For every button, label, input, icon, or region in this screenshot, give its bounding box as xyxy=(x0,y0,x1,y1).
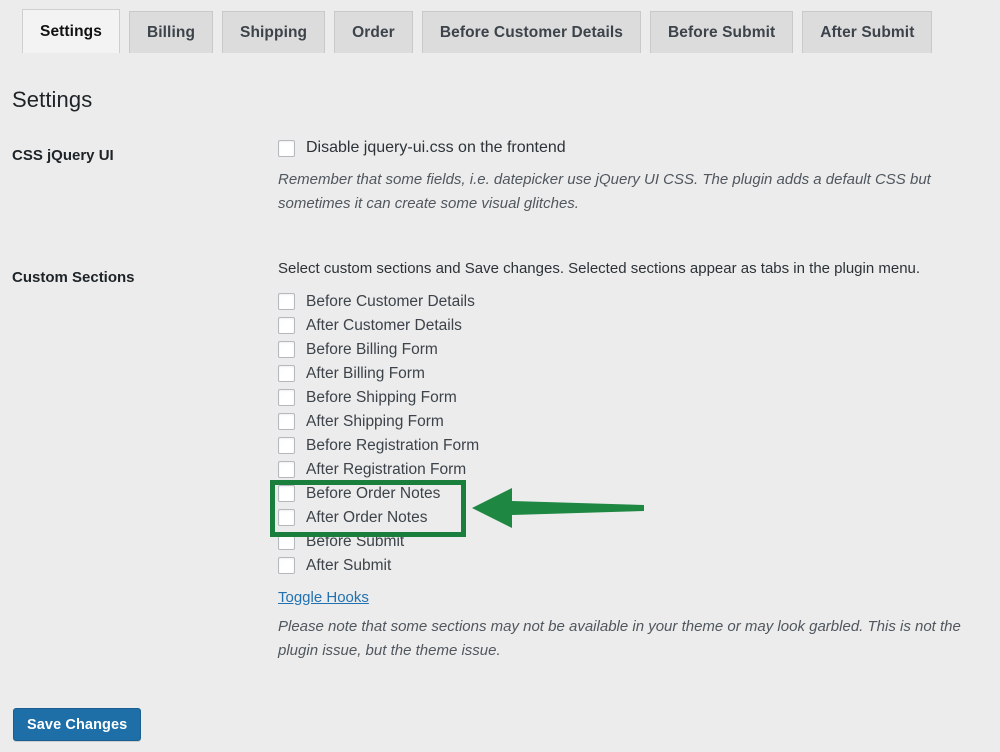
checkbox-label: Before Customer Details xyxy=(306,293,475,310)
checkbox-label: Disable jquery-ui.css on the frontend xyxy=(306,139,566,156)
checkbox-after-billing-form[interactable]: After Billing Form xyxy=(278,362,992,386)
checkbox-box[interactable] xyxy=(278,139,295,157)
checkbox-label: Before Billing Form xyxy=(306,341,438,358)
tab-label: Before Submit xyxy=(668,23,776,41)
checkbox-after-customer-details[interactable]: After Customer Details xyxy=(278,314,992,338)
tab-shipping[interactable]: Shipping xyxy=(222,11,326,53)
tab-label: Settings xyxy=(40,22,102,40)
custom-sections-note: Please note that some sections may not b… xyxy=(278,617,961,660)
tab-before-customer-details[interactable]: Before Customer Details xyxy=(421,11,642,53)
tab-label: Before Customer Details xyxy=(439,23,624,41)
checkbox-after-order-notes[interactable]: After Order Notes xyxy=(278,506,992,530)
tab-after-submit[interactable]: After Submit xyxy=(802,11,933,53)
checkbox-label: Before Order Notes xyxy=(306,485,441,502)
tab-order[interactable]: Order xyxy=(334,11,413,53)
tab-label: After Submit xyxy=(820,23,915,41)
checkbox-disable-jquery-ui[interactable]: Disable jquery-ui.css on the frontend xyxy=(278,136,992,160)
checkbox-before-customer-details[interactable]: Before Customer Details xyxy=(278,290,992,314)
checkbox-label: After Billing Form xyxy=(306,365,425,382)
checkbox-before-shipping-form[interactable]: Before Shipping Form xyxy=(278,386,992,410)
settings-row-custom-sections: Custom Sections Select custom sections a… xyxy=(0,258,1000,663)
row-label-custom-sections: Custom Sections xyxy=(12,269,135,286)
checkbox-box[interactable] xyxy=(278,437,295,455)
checkbox-before-billing-form[interactable]: Before Billing Form xyxy=(278,338,992,362)
toggle-hooks-link[interactable]: Toggle Hooks xyxy=(278,589,369,606)
checkbox-before-order-notes[interactable]: Before Order Notes xyxy=(278,482,992,506)
custom-sections-lead: Select custom sections and Save changes.… xyxy=(278,260,921,277)
checkbox-before-submit[interactable]: Before Submit xyxy=(278,530,992,554)
checkbox-after-registration-form[interactable]: After Registration Form xyxy=(278,458,992,482)
tab-bar: Settings Billing Shipping Order Before C… xyxy=(0,0,1000,55)
page-title: Settings xyxy=(12,86,93,112)
tab-label: Shipping xyxy=(240,23,308,41)
checkbox-box[interactable] xyxy=(278,317,295,335)
checkbox-label: After Shipping Form xyxy=(306,413,444,430)
checkbox-box[interactable] xyxy=(278,413,295,431)
css-jquery-ui-description: Remember that some fields, i.e. datepick… xyxy=(278,171,931,213)
checkbox-after-shipping-form[interactable]: After Shipping Form xyxy=(278,410,992,434)
checkbox-box[interactable] xyxy=(278,557,295,575)
checkbox-label: After Order Notes xyxy=(306,509,428,526)
tab-label: Order xyxy=(352,23,395,41)
checkbox-box[interactable] xyxy=(278,293,295,311)
custom-sections-checkbox-list: Before Customer Details After Customer D… xyxy=(278,290,992,578)
checkbox-label: Before Submit xyxy=(306,533,405,550)
checkbox-box[interactable] xyxy=(278,485,295,503)
checkbox-box[interactable] xyxy=(278,533,295,551)
tab-billing[interactable]: Billing xyxy=(128,11,214,53)
checkbox-label: After Submit xyxy=(306,557,392,574)
tab-label: Billing xyxy=(146,23,196,41)
checkbox-box[interactable] xyxy=(278,461,295,479)
checkbox-before-registration-form[interactable]: Before Registration Form xyxy=(278,434,992,458)
save-changes-button[interactable]: Save Changes xyxy=(13,708,142,741)
checkbox-box[interactable] xyxy=(278,365,295,383)
row-label-css-jquery-ui: CSS jQuery UI xyxy=(12,147,114,164)
checkbox-box[interactable] xyxy=(278,341,295,359)
checkbox-box[interactable] xyxy=(278,389,295,407)
settings-row-css-jquery-ui: CSS jQuery UI Disable jquery-ui.css on t… xyxy=(0,136,1000,217)
checkbox-label: Before Registration Form xyxy=(306,437,480,454)
tab-before-submit[interactable]: Before Submit xyxy=(650,11,794,53)
checkbox-label: After Customer Details xyxy=(306,317,462,334)
checkbox-label: After Registration Form xyxy=(306,461,467,478)
checkbox-box[interactable] xyxy=(278,509,295,527)
checkbox-after-submit[interactable]: After Submit xyxy=(278,554,992,578)
tab-settings[interactable]: Settings xyxy=(22,9,120,53)
checkbox-label: Before Shipping Form xyxy=(306,389,457,406)
save-changes-label: Save Changes xyxy=(27,716,128,733)
